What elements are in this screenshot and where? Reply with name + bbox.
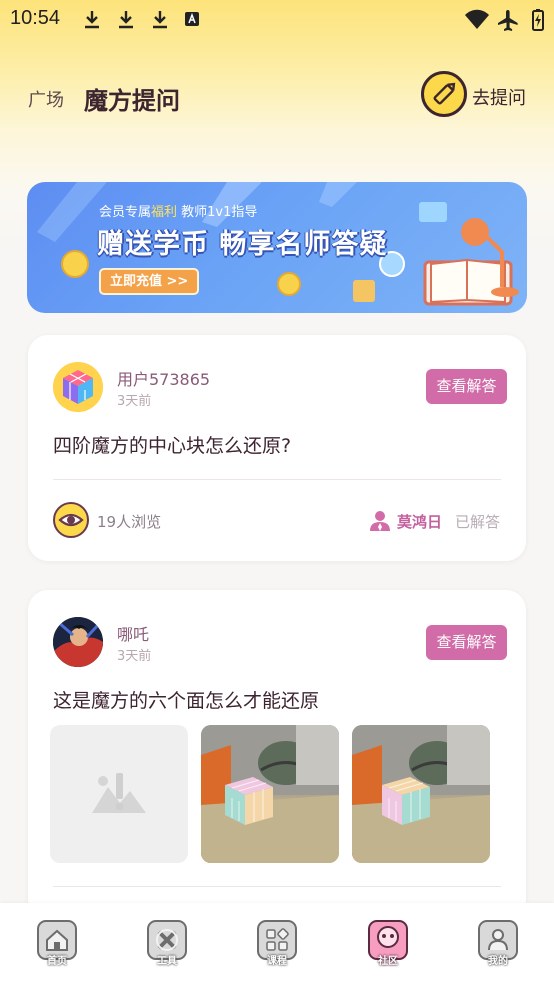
nav-label: 工具 [157, 956, 177, 967]
recharge-button[interactable]: 立即充值 >> [99, 268, 200, 295]
nav-label: 社区 [378, 956, 398, 967]
divider [53, 479, 501, 480]
answer-status: 已解答 [455, 513, 501, 531]
font-app-icon [185, 12, 199, 26]
nav-profile[interactable]: 我的 [476, 920, 520, 968]
avatar [53, 362, 103, 412]
question-photo[interactable] [201, 725, 339, 863]
airplane-icon [498, 10, 518, 31]
bottom-nav: 首页 工具 课程 社区 我的 [0, 903, 554, 984]
question-text: 四阶魔方的中心块怎么还原? [53, 435, 292, 457]
pencil-icon [421, 71, 467, 117]
banner-subtitle: 会员专属福利 教师1v1指导 [99, 205, 258, 220]
download-icon [119, 11, 133, 29]
status-bar: 10:54 [0, 0, 554, 38]
banner-title: 赠送学币 畅享名师答疑 [97, 229, 388, 260]
teacher-icon [370, 511, 390, 531]
answerer-name[interactable]: 莫鸿日 [397, 511, 442, 532]
nav-course[interactable]: 课程 [255, 920, 299, 968]
rubiks-cube-photo [352, 725, 490, 863]
avatar [53, 617, 103, 667]
tab-ask-question[interactable]: 魔方提问 [84, 81, 180, 116]
nav-community[interactable]: 社区 [366, 920, 410, 968]
header: 广场 魔方提问 去提问 [0, 60, 554, 132]
nav-label: 我的 [488, 956, 508, 967]
question-card[interactable]: 哪吒 3天前 查看解答 这是魔方的六个面怎么才能还原 [28, 590, 526, 920]
promo-banner[interactable]: 会员专属福利 教师1v1指导 赠送学币 畅享名师答疑 立即充值 >> [27, 182, 527, 313]
ask-question-label: 去提问 [472, 88, 526, 109]
tab-plaza[interactable]: 广场 [28, 86, 64, 112]
user-name[interactable]: 哪吒 [117, 621, 149, 645]
question-text: 这是魔方的六个面怎么才能还原 [53, 690, 320, 712]
nav-home[interactable]: 首页 [35, 920, 79, 968]
battery-icon [532, 9, 544, 31]
question-card[interactable]: 用户573865 3天前 查看解答 四阶魔方的中心块怎么还原? 19人浏览 莫鸿… [28, 335, 526, 561]
nav-tools[interactable]: 工具 [145, 920, 189, 968]
post-time: 3天前 [117, 649, 152, 664]
download-icon [153, 11, 167, 29]
ask-question-button[interactable]: 去提问 [421, 71, 531, 119]
post-time: 3天前 [117, 394, 152, 409]
broken-image-icon [92, 773, 146, 813]
rubiks-cube-photo [201, 725, 339, 863]
divider [53, 886, 501, 887]
view-count: 19人浏览 [97, 513, 162, 531]
nav-label: 课程 [267, 956, 287, 967]
wifi-icon [465, 9, 489, 29]
user-name[interactable]: 用户573865 [117, 366, 210, 390]
view-answer-button[interactable]: 查看解答 [426, 625, 507, 660]
view-answer-button[interactable]: 查看解答 [426, 369, 507, 404]
download-icon [85, 11, 99, 29]
eye-icon [53, 502, 89, 538]
status-time: 10:54 [10, 7, 61, 29]
image-placeholder[interactable] [50, 725, 188, 863]
nav-label: 首页 [47, 956, 67, 967]
question-photo[interactable] [352, 725, 490, 863]
